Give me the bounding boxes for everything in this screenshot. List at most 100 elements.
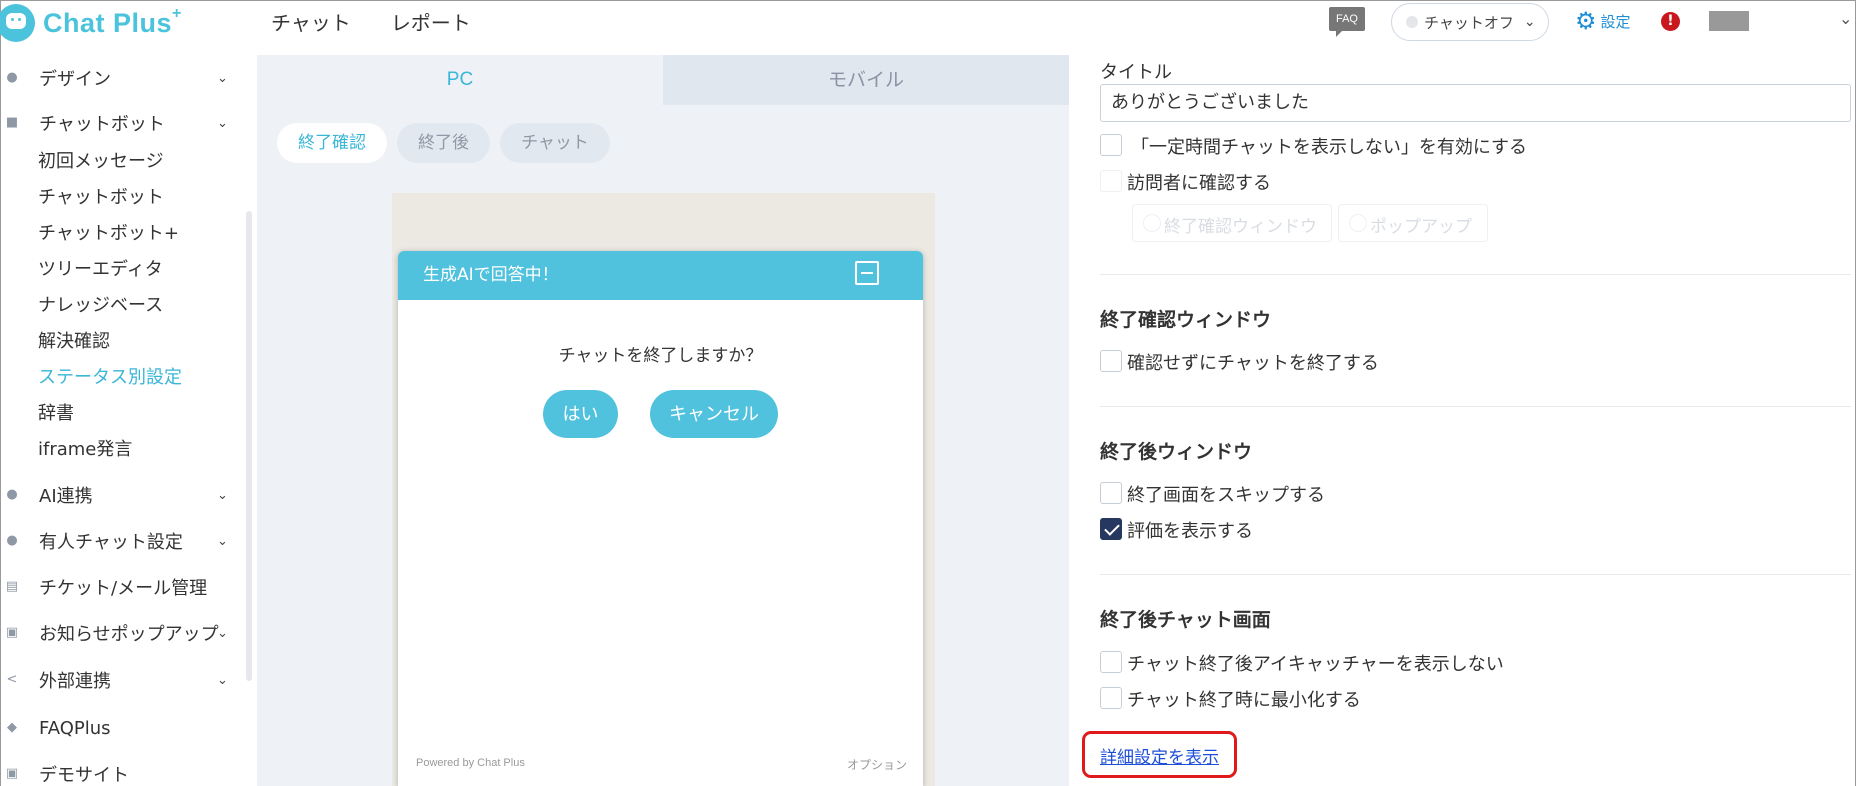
chat-status-dropdown[interactable]: チャットオフ ⌄: [1391, 3, 1549, 41]
widget-title: 生成AIで回答中！: [423, 265, 559, 285]
sidebar-item-label: 外部連携: [39, 671, 111, 692]
chevron-down-icon: ⌄: [217, 533, 228, 549]
faq-icon[interactable]: FAQ: [1329, 7, 1365, 37]
title-input[interactable]: ありがとうございました: [1100, 84, 1851, 122]
tab-pc[interactable]: PC: [257, 55, 663, 105]
sidebar-item-label: デモサイト: [39, 765, 129, 786]
sidebar: ● デザイン ⌄ ■ チャットボット ⌄ 初回メッセージ チャットボット チャッ…: [1, 55, 257, 786]
sidebar-item-label: チャットボット: [39, 114, 165, 135]
show-rating-checkbox[interactable]: [1100, 518, 1122, 540]
subtab-after-end[interactable]: 終了後: [397, 123, 490, 163]
radio-confirm-window[interactable]: 終了確認ウィンドウ: [1132, 204, 1332, 242]
yes-button[interactable]: はい: [543, 390, 618, 438]
divider: [1100, 274, 1851, 275]
hide-eyecatcher-checkbox[interactable]: [1100, 651, 1122, 673]
sidebar-item-faqplus[interactable]: ◆ FAQPlus: [1, 711, 241, 745]
sidebar-item-label: 有人チャット設定: [39, 532, 183, 553]
chatplus-logo[interactable]: Chat Plus+: [0, 3, 182, 43]
confirm-visitor-checkbox[interactable]: [1100, 170, 1122, 192]
radio-dot-icon: [1349, 214, 1367, 232]
sidebar-item-label: チケット/メール管理: [39, 578, 208, 599]
sidebar-sub-iframe[interactable]: iframe発言: [38, 435, 132, 461]
end-question: チャットを終了しますか？: [558, 346, 763, 366]
sidebar-item-label: お知らせポップアップ: [39, 624, 219, 645]
chat-widget-preview: 生成AIで回答中！ チャットを終了しますか？ はい キャンセル Powered …: [398, 251, 923, 786]
nav-chat[interactable]: チャット: [271, 7, 351, 36]
sidebar-sub-status-settings[interactable]: ステータス別設定: [38, 363, 182, 389]
top-header: Chat Plus+ チャット レポート FAQ チャットオフ ⌄ ⚙ 設定 !…: [0, 1, 1855, 55]
tab-mobile[interactable]: モバイル: [663, 55, 1069, 105]
settings-panel: [1069, 55, 1855, 786]
nav-report[interactable]: レポート: [391, 7, 471, 36]
radio-popup-label: ポップアップ: [1370, 217, 1472, 237]
minimize-icon[interactable]: [855, 261, 879, 285]
section-after-chat-heading: 終了後チャット画面: [1100, 609, 1271, 631]
sidebar-item-popup[interactable]: ▣ お知らせポップアップ ⌄: [1, 616, 241, 650]
hide-eyecatcher-label: チャット終了後アイキャッチャーを表示しない: [1127, 654, 1504, 675]
lightbulb-icon: ●: [6, 487, 18, 502]
sidebar-sub-first-message[interactable]: 初回メッセージ: [38, 147, 164, 173]
settings-link[interactable]: ⚙ 設定: [1575, 9, 1631, 33]
user-menu-chevron-icon[interactable]: ⌄: [1839, 9, 1852, 28]
show-rating-label: 評価を表示する: [1127, 521, 1253, 542]
sidebar-scrollbar[interactable]: [246, 211, 252, 681]
title-label: タイトル: [1100, 62, 1172, 83]
gear-icon: ⚙: [1575, 7, 1597, 35]
radio-confirm-window-label: 終了確認ウィンドウ: [1164, 217, 1317, 237]
top-nav: チャット レポート: [271, 1, 471, 41]
confirm-visitor-label: 訪問者に確認する: [1127, 173, 1271, 194]
show-detail-settings-link[interactable]: 詳細設定を表示: [1100, 743, 1219, 768]
palette-icon: ●: [6, 70, 18, 85]
demo-site-icon: ▣: [5, 766, 19, 781]
user-avatar[interactable]: [1709, 11, 1749, 31]
section-after-end-heading: 終了後ウィンドウ: [1100, 441, 1253, 463]
sidebar-item-chatbot[interactable]: ■ チャットボット ⌄: [1, 106, 241, 140]
powered-by: Powered by Chat Plus: [416, 757, 525, 769]
sidebar-sub-dictionary[interactable]: 辞書: [38, 399, 74, 425]
sidebar-item-label: AI連携: [39, 486, 93, 507]
alert-icon[interactable]: !: [1661, 12, 1680, 31]
subtab-chat[interactable]: チャット: [500, 123, 610, 163]
sidebar-item-ticket[interactable]: ▤ チケット/メール管理: [1, 570, 241, 604]
divider: [1100, 406, 1851, 407]
sidebar-sub-chatbot[interactable]: チャットボット: [38, 183, 164, 209]
sidebar-item-external[interactable]: < 外部連携 ⌄: [1, 663, 241, 697]
skip-end-screen-checkbox[interactable]: [1100, 482, 1122, 504]
chevron-down-icon: ⌄: [1523, 14, 1536, 30]
share-icon: <: [6, 672, 18, 687]
hide-chat-checkbox[interactable]: [1100, 134, 1122, 156]
sidebar-item-ai[interactable]: ● AI連携 ⌄: [1, 478, 241, 512]
chevron-down-icon: ⌄: [217, 70, 228, 86]
sidebar-item-demo[interactable]: ▣ デモサイト: [1, 757, 241, 786]
end-without-confirm-checkbox[interactable]: [1100, 350, 1122, 372]
logo-text: Chat Plus+: [43, 4, 182, 38]
option-link[interactable]: オプション: [847, 756, 907, 773]
chevron-down-icon: ⌄: [217, 672, 228, 688]
divider: [1100, 574, 1851, 575]
section-end-confirm-heading: 終了確認ウィンドウ: [1100, 309, 1272, 331]
sidebar-item-label: FAQPlus: [39, 717, 111, 739]
subtab-end-confirm[interactable]: 終了確認: [277, 123, 387, 163]
hide-chat-label: 「一定時間チャットを表示しない」を有効にする: [1131, 137, 1527, 158]
sidebar-sub-tree-editor[interactable]: ツリーエディタ: [38, 255, 163, 281]
radio-dot-icon: [1143, 214, 1161, 232]
sidebar-sub-resolution[interactable]: 解決確認: [38, 327, 110, 353]
shield-icon: ◆: [7, 720, 17, 735]
sidebar-sub-chatbot-plus[interactable]: チャットボット+: [38, 219, 179, 245]
sidebar-item-label: デザイン: [39, 69, 111, 90]
cancel-button[interactable]: キャンセル: [650, 390, 778, 438]
popup-icon: ▣: [5, 625, 19, 640]
chat-status-label: チャットオフ: [1424, 13, 1514, 32]
settings-label: 設定: [1600, 12, 1631, 31]
chat-bubble-logo-icon: [0, 4, 35, 42]
end-without-confirm-label: 確認せずにチャットを終了する: [1127, 353, 1379, 374]
skip-end-screen-label: 終了画面をスキップする: [1127, 485, 1325, 506]
sidebar-sub-knowledge-base[interactable]: ナレッジベース: [38, 291, 163, 317]
ticket-icon: ▤: [5, 579, 19, 594]
radio-popup[interactable]: ポップアップ: [1338, 204, 1488, 242]
headset-icon: ●: [6, 533, 18, 548]
status-dot-icon: [1406, 16, 1418, 28]
sidebar-item-design[interactable]: ● デザイン ⌄: [1, 61, 241, 95]
minimize-on-end-checkbox[interactable]: [1100, 687, 1122, 709]
sidebar-item-manned-chat[interactable]: ● 有人チャット設定 ⌄: [1, 524, 241, 558]
